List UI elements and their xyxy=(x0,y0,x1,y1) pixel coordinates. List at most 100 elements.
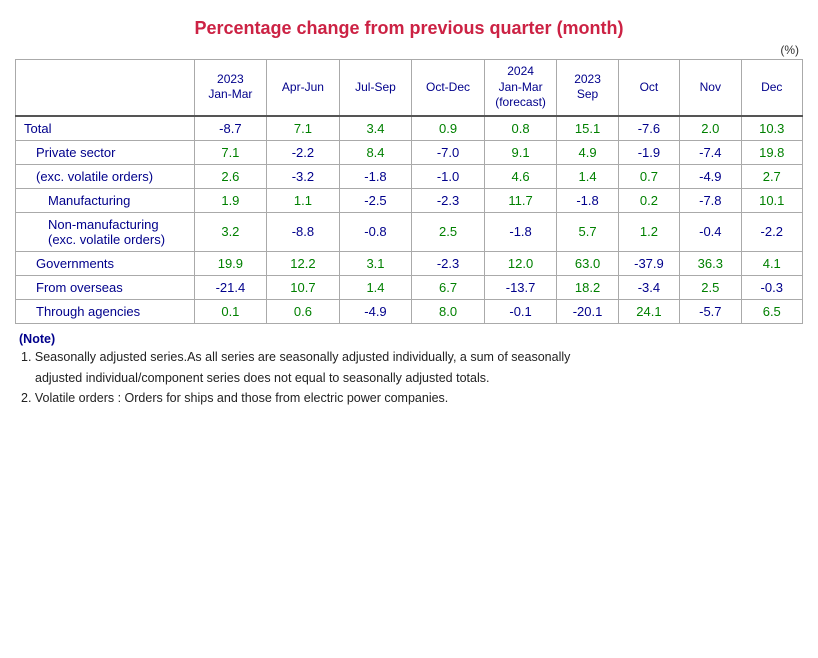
data-cell: -4.9 xyxy=(339,299,412,323)
data-cell: 1.4 xyxy=(339,275,412,299)
data-cell: -1.8 xyxy=(339,164,412,188)
data-cell: -8.8 xyxy=(267,212,340,251)
data-cell: -2.3 xyxy=(412,251,485,275)
data-cell: 3.4 xyxy=(339,116,412,141)
data-cell: -1.0 xyxy=(412,164,485,188)
data-cell: -8.7 xyxy=(194,116,267,141)
note-1b: adjusted individual/component series doe… xyxy=(19,369,803,388)
data-cell: 0.8 xyxy=(484,116,557,141)
data-cell: 1.9 xyxy=(194,188,267,212)
data-cell: -0.4 xyxy=(680,212,741,251)
col-header-oct-dec: Oct-Dec xyxy=(412,60,485,116)
data-cell: 6.7 xyxy=(412,275,485,299)
data-cell: 12.2 xyxy=(267,251,340,275)
data-cell: 8.0 xyxy=(412,299,485,323)
note-1a: 1. Seasonally adjusted series.As all ser… xyxy=(19,348,803,367)
data-cell: -21.4 xyxy=(194,275,267,299)
data-cell: -0.1 xyxy=(484,299,557,323)
row-label: Non-manufacturing(exc. volatile orders) xyxy=(16,212,195,251)
data-cell: 19.9 xyxy=(194,251,267,275)
data-cell: -7.6 xyxy=(618,116,679,141)
data-cell: -1.9 xyxy=(618,140,679,164)
col-header-label xyxy=(16,60,195,116)
unit-label: (%) xyxy=(15,43,803,57)
row-label: From overseas xyxy=(16,275,195,299)
data-cell: 24.1 xyxy=(618,299,679,323)
data-cell: 4.9 xyxy=(557,140,618,164)
row-label: Through agencies xyxy=(16,299,195,323)
data-cell: 2.0 xyxy=(680,116,741,141)
data-cell: -37.9 xyxy=(618,251,679,275)
table-row: Governments19.912.23.1-2.312.063.0-37.93… xyxy=(16,251,803,275)
data-cell: 10.1 xyxy=(741,188,802,212)
col-header-oct: Oct xyxy=(618,60,679,116)
data-cell: -1.8 xyxy=(484,212,557,251)
data-cell: 18.2 xyxy=(557,275,618,299)
data-cell: -3.2 xyxy=(267,164,340,188)
data-cell: 12.0 xyxy=(484,251,557,275)
row-label: Manufacturing xyxy=(16,188,195,212)
data-cell: 2.6 xyxy=(194,164,267,188)
data-cell: -20.1 xyxy=(557,299,618,323)
table-row: Private sector7.1-2.28.4-7.09.14.9-1.9-7… xyxy=(16,140,803,164)
data-cell: 4.6 xyxy=(484,164,557,188)
data-cell: 7.1 xyxy=(194,140,267,164)
data-cell: 15.1 xyxy=(557,116,618,141)
col-header-jul-sep: Jul-Sep xyxy=(339,60,412,116)
data-cell: -13.7 xyxy=(484,275,557,299)
data-cell: 36.3 xyxy=(680,251,741,275)
row-label: (exc. volatile orders) xyxy=(16,164,195,188)
data-cell: -5.7 xyxy=(680,299,741,323)
data-cell: 8.4 xyxy=(339,140,412,164)
data-cell: 2.5 xyxy=(412,212,485,251)
data-cell: 0.2 xyxy=(618,188,679,212)
col-header-jan-mar: 2023Jan-Mar xyxy=(194,60,267,116)
data-cell: 4.1 xyxy=(741,251,802,275)
data-cell: 1.1 xyxy=(267,188,340,212)
row-label: Governments xyxy=(16,251,195,275)
data-cell: 11.7 xyxy=(484,188,557,212)
data-table: 2023Jan-Mar Apr-Jun Jul-Sep Oct-Dec 2024… xyxy=(15,59,803,324)
data-cell: 2.7 xyxy=(741,164,802,188)
data-cell: -7.8 xyxy=(680,188,741,212)
data-cell: -1.8 xyxy=(557,188,618,212)
data-cell: 7.1 xyxy=(267,116,340,141)
page-title: Percentage change from previous quarter … xyxy=(15,10,803,39)
data-cell: 0.6 xyxy=(267,299,340,323)
data-cell: -7.0 xyxy=(412,140,485,164)
row-label: Total xyxy=(16,116,195,141)
data-cell: 6.5 xyxy=(741,299,802,323)
data-cell: 1.4 xyxy=(557,164,618,188)
data-cell: -2.3 xyxy=(412,188,485,212)
col-header-2024-jan-mar: 2024Jan-Mar(forecast) xyxy=(484,60,557,116)
row-label: Private sector xyxy=(16,140,195,164)
data-cell: 1.2 xyxy=(618,212,679,251)
table-row: Non-manufacturing(exc. volatile orders)3… xyxy=(16,212,803,251)
data-cell: -2.2 xyxy=(741,212,802,251)
table-row: Total-8.77.13.40.90.815.1-7.62.010.3 xyxy=(16,116,803,141)
note-2: 2. Volatile orders : Orders for ships an… xyxy=(19,389,803,408)
data-cell: 0.9 xyxy=(412,116,485,141)
data-cell: 9.1 xyxy=(484,140,557,164)
col-header-sep: 2023Sep xyxy=(557,60,618,116)
data-cell: -7.4 xyxy=(680,140,741,164)
data-cell: 19.8 xyxy=(741,140,802,164)
table-row: Manufacturing1.91.1-2.5-2.311.7-1.80.2-7… xyxy=(16,188,803,212)
data-cell: 10.7 xyxy=(267,275,340,299)
data-cell: 3.1 xyxy=(339,251,412,275)
data-cell: 5.7 xyxy=(557,212,618,251)
data-cell: -4.9 xyxy=(680,164,741,188)
col-header-nov: Nov xyxy=(680,60,741,116)
data-cell: 2.5 xyxy=(680,275,741,299)
col-header-apr-jun: Apr-Jun xyxy=(267,60,340,116)
data-cell: -0.8 xyxy=(339,212,412,251)
notes-title: (Note) xyxy=(19,332,803,346)
data-cell: 63.0 xyxy=(557,251,618,275)
data-cell: -2.5 xyxy=(339,188,412,212)
col-header-dec: Dec xyxy=(741,60,802,116)
notes-section: (Note) 1. Seasonally adjusted series.As … xyxy=(15,332,803,408)
data-cell: -2.2 xyxy=(267,140,340,164)
data-cell: -3.4 xyxy=(618,275,679,299)
table-row: (exc. volatile orders)2.6-3.2-1.8-1.04.6… xyxy=(16,164,803,188)
data-cell: -0.3 xyxy=(741,275,802,299)
